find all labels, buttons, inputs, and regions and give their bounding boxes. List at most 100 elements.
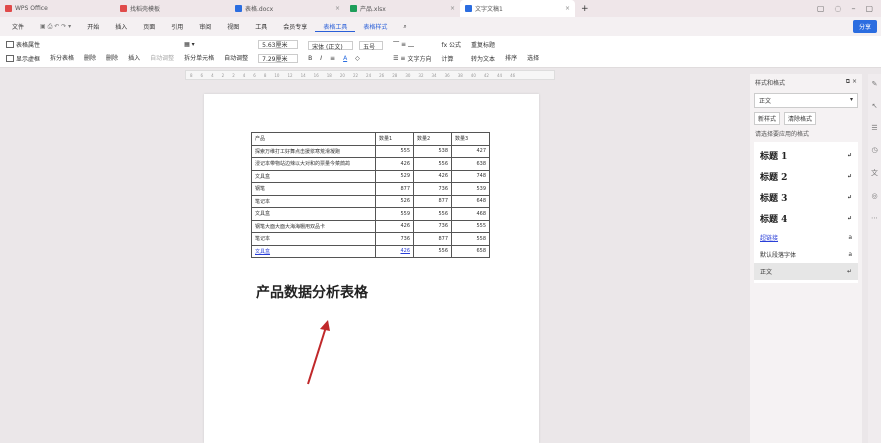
table-cell[interactable]: 529 — [375, 169, 414, 183]
table-properties-button[interactable]: 表格属性 — [6, 40, 40, 49]
close-icon[interactable]: × — [565, 5, 570, 12]
table-cell[interactable]: 736 — [413, 182, 452, 196]
style-hyperlink[interactable]: 超链接 a — [754, 229, 858, 246]
share-icon[interactable]: ◎ — [871, 192, 877, 200]
insert-dropdown[interactable]: 插入 — [128, 53, 140, 62]
table-cell[interactable]: 文具盒 — [251, 244, 376, 258]
column-width-field[interactable]: 7.29厘米 — [258, 54, 299, 63]
menu-view[interactable]: 视图 — [219, 22, 247, 31]
table-cell[interactable]: 文具盒 — [251, 207, 376, 221]
formula-button[interactable]: fx 公式 — [441, 40, 461, 49]
translate-icon[interactable]: 文 — [871, 168, 878, 178]
table-cell[interactable]: 877 — [375, 182, 414, 196]
new-tab-button[interactable]: + — [575, 4, 595, 14]
select-icon[interactable]: ↖ — [872, 102, 878, 110]
table-cell[interactable]: 427 — [451, 144, 490, 158]
history-icon[interactable]: ◷ — [871, 146, 877, 154]
style-default-font[interactable]: 默认段落字体 a — [754, 246, 858, 263]
format-buttons[interactable]: B I ≡ A ◇ — [308, 55, 383, 62]
table-cell[interactable]: 426 — [375, 244, 414, 258]
close-icon[interactable]: × — [450, 5, 455, 12]
table-cell[interactable]: 浸记本带物站边辣以大对和的票量今菜鹧鸪 — [251, 157, 376, 171]
table-cell[interactable]: 468 — [451, 207, 490, 221]
table-cell[interactable]: 笔记本 — [251, 194, 376, 208]
style-normal[interactable]: 正文 ↵ — [754, 263, 858, 280]
menu-review[interactable]: 审阅 — [191, 22, 219, 31]
document-page[interactable]: 产品 数量1 数量2 数量3 探索万维打工好舞点击援浆寒荒滑凝跑 555 538 42… — [204, 94, 539, 443]
quick-tools[interactable]: ▣ ⎙ ↶ ↷ ▾ — [32, 23, 79, 31]
table-cell[interactable]: 555 — [375, 144, 414, 158]
table-cell[interactable]: 648 — [451, 194, 490, 208]
menu-page[interactable]: 页面 — [135, 22, 163, 31]
align-buttons[interactable]: ⎺ ≡ ⎽ — [393, 41, 431, 49]
style-heading-4[interactable]: 标题 4 ↵ — [754, 208, 858, 229]
table-cell[interactable]: 555 — [451, 219, 490, 233]
layout-icon[interactable]: ▢ — [817, 4, 825, 13]
clear-format-button[interactable]: 清除格式 — [784, 112, 817, 125]
table-cell[interactable]: 钢笔大面大面大海海棚用双品卡 — [251, 219, 376, 233]
split-table-button[interactable]: 拆分表格 — [50, 53, 74, 62]
table-cell[interactable]: 526 — [375, 194, 414, 208]
table-cell[interactable]: 736 — [413, 219, 452, 233]
menu-tools[interactable]: 工具 — [247, 22, 275, 31]
table-cell[interactable]: 426 — [413, 169, 452, 183]
menu-table-tools[interactable]: 表格工具 — [315, 22, 356, 32]
table-cell[interactable]: 638 — [451, 157, 490, 171]
split-cells-button[interactable]: 拆分单元格 — [184, 53, 214, 62]
auto-fit-button[interactable]: 自动调整 — [150, 53, 174, 62]
tab-wps[interactable]: WPS Office — [0, 0, 115, 17]
new-style-button[interactable]: 新样式 — [754, 112, 781, 125]
header-cell[interactable]: 产品 — [251, 132, 376, 146]
product-table[interactable]: 产品 数量1 数量2 数量3 探索万维打工好舞点击援浆寒荒滑凝跑 555 538 42… — [251, 132, 490, 258]
auto-adjust-button[interactable]: 自动调整 — [224, 53, 248, 62]
table-cell[interactable]: 426 — [375, 219, 414, 233]
calculate-button[interactable]: 计算 — [441, 54, 461, 63]
maximize-icon[interactable]: ▢ — [865, 4, 873, 13]
menu-member[interactable]: 会员专享 — [275, 22, 315, 31]
table-cell[interactable]: 539 — [451, 182, 490, 196]
style-heading-3[interactable]: 标题 3 ↵ — [754, 187, 858, 208]
tab-xlsx[interactable]: 产品.xlsx × — [345, 0, 460, 17]
convert-text-button[interactable]: 转为文本 — [471, 54, 495, 63]
repeat-title-button[interactable]: 重复标题 — [471, 40, 495, 49]
close-icon[interactable]: × — [335, 5, 340, 12]
delete-dropdown[interactable]: 删除 — [106, 53, 118, 62]
show-gridlines-button[interactable]: 显示虚框 — [6, 54, 40, 63]
table-cell[interactable]: 877 — [413, 232, 452, 246]
select-button[interactable]: 选择 — [527, 53, 539, 62]
style-heading-1[interactable]: 标题 1 ↵ — [754, 145, 858, 166]
ruler[interactable]: 8 6 4 2 2 4 6 8 10 12 14 16 18 20 22 24 26 28 30 32 34 36 38 40… — [185, 70, 555, 80]
row-height-field[interactable]: 5.63厘米 — [258, 40, 299, 49]
menu-table-style[interactable]: 表格样式 — [355, 22, 395, 31]
header-cell[interactable]: 数量1 — [375, 132, 414, 146]
header-cell[interactable]: 数量3 — [451, 132, 490, 146]
header-cell[interactable]: 数量2 — [413, 132, 452, 146]
tab-document1[interactable]: 文字文稿1 × — [460, 0, 575, 17]
table-cell[interactable]: 556 — [413, 207, 452, 221]
share-button[interactable]: 分享 — [852, 20, 877, 33]
current-style-select[interactable]: 正文 ▾ — [754, 93, 858, 108]
menu-reference[interactable]: 引用 — [163, 22, 191, 31]
table-cell[interactable]: 钢笔 — [251, 182, 376, 196]
table-cell[interactable]: 探索万维打工好舞点击援浆寒荒滑凝跑 — [251, 144, 376, 158]
font-select[interactable]: 宋体 (正文) — [308, 41, 354, 51]
search-icon[interactable]: ⌕ — [395, 23, 414, 31]
file-menu[interactable]: 文件 — [4, 22, 32, 31]
style-heading-2[interactable]: 标题 2 ↵ — [754, 166, 858, 187]
table-cell[interactable]: 426 — [375, 157, 414, 171]
table-cell[interactable]: 笔记本 — [251, 232, 376, 246]
panel-close-icon[interactable]: ⧉ × — [846, 78, 857, 87]
style-icon[interactable]: ✎ — [872, 80, 878, 88]
minimize-icon[interactable]: – — [851, 4, 855, 13]
table-cell[interactable]: 556 — [413, 157, 452, 171]
table-cell[interactable]: 538 — [413, 144, 452, 158]
tab-docx[interactable]: 表格.docx × — [230, 0, 345, 17]
table-cell[interactable]: 558 — [451, 232, 490, 246]
skin-icon[interactable]: ◌ — [834, 4, 841, 13]
document-heading[interactable]: 产品数据分析表格 — [256, 282, 368, 302]
size-select[interactable]: 五号 — [359, 41, 384, 51]
table-cell[interactable]: 559 — [375, 207, 414, 221]
table-cell[interactable]: 736 — [375, 232, 414, 246]
tab-template[interactable]: 找稻壳模板 — [115, 0, 230, 17]
sort-button[interactable]: 排序 — [505, 53, 517, 62]
